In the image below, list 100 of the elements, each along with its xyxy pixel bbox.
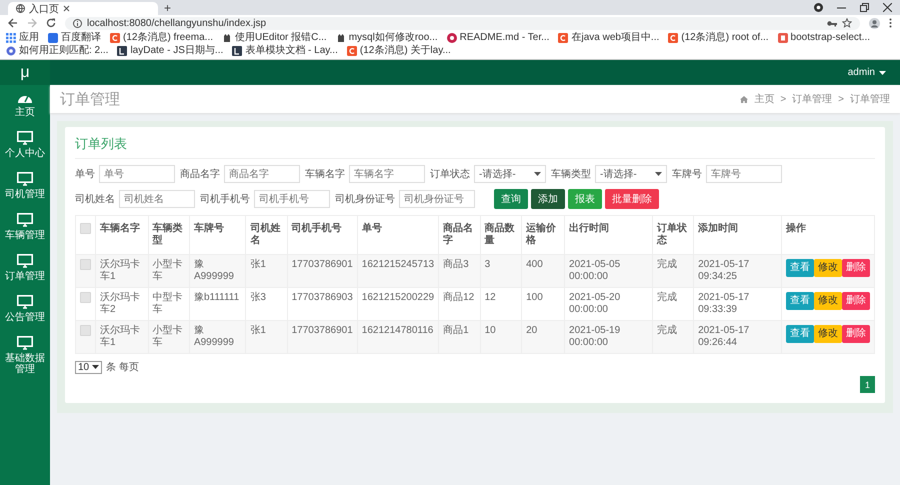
breadcrumb-separator: > bbox=[780, 94, 786, 104]
filter-label: 商品名字 bbox=[180, 168, 220, 181]
new-tab-button[interactable]: + bbox=[164, 2, 172, 15]
table-cell: 10 bbox=[480, 320, 522, 354]
action-button[interactable]: 添加 bbox=[531, 189, 565, 209]
nav-item[interactable]: 主页 bbox=[0, 85, 50, 124]
search-field[interactable]: 车牌号 bbox=[706, 165, 782, 183]
row-checkbox[interactable] bbox=[80, 259, 91, 270]
row-action-button[interactable]: 删除 bbox=[842, 259, 870, 277]
page-size-select[interactable]: 10 bbox=[75, 360, 102, 374]
filter-label: 车牌号 bbox=[672, 168, 702, 181]
user-menu[interactable]: admin bbox=[848, 67, 886, 78]
breadcrumb-link[interactable]: 主页 bbox=[754, 92, 774, 106]
table-cell: 2021-05-17 09:26:44 bbox=[694, 320, 782, 354]
select-field[interactable]: -请选择- bbox=[474, 165, 546, 183]
filter-label: 车辆类型 bbox=[551, 168, 591, 181]
action-button[interactable]: 查询 bbox=[494, 189, 528, 209]
more-icon[interactable] bbox=[889, 18, 892, 28]
page-button[interactable]: 1 bbox=[860, 376, 875, 393]
search-field[interactable]: 司机身份证号 bbox=[399, 190, 475, 208]
close-icon[interactable] bbox=[63, 5, 70, 12]
row-action-button[interactable]: 删除 bbox=[842, 325, 870, 343]
filter-label: 司机手机号 bbox=[200, 192, 250, 206]
info-icon bbox=[73, 18, 82, 28]
table-cell: 沃尔玛卡车1 bbox=[96, 254, 148, 288]
bookmark[interactable]: 百度翻译 bbox=[48, 32, 101, 44]
bookmark[interactable]: (12条消息) 关于lay... bbox=[346, 45, 451, 57]
apps-grid-icon bbox=[6, 33, 16, 43]
table-cell: 豫A999999 bbox=[189, 320, 246, 354]
filter-label: 司机身份证号 bbox=[335, 192, 395, 206]
c-logo-icon bbox=[346, 46, 357, 56]
table-cell: 沃尔玛卡车1 bbox=[96, 320, 148, 354]
bookmark[interactable]: README.md - Ter... bbox=[446, 32, 550, 44]
search-field[interactable]: 单号 bbox=[99, 165, 175, 183]
row-action-button[interactable]: 修改 bbox=[814, 325, 842, 343]
table-cell: 商品3 bbox=[438, 254, 480, 288]
bookmark[interactable]: 表单模块文档 - Lay... bbox=[232, 45, 338, 57]
browser-tab[interactable]: 入口页 bbox=[8, 2, 158, 15]
page-size-label: 条 每页 bbox=[106, 361, 139, 374]
nav-item[interactable]: 订单管理 bbox=[0, 247, 50, 288]
record-icon[interactable] bbox=[814, 3, 823, 12]
nav-item[interactable]: 司机管理 bbox=[0, 165, 50, 206]
row-action-button[interactable]: 删除 bbox=[842, 292, 870, 310]
page-title: 订单管理 bbox=[60, 90, 121, 108]
monitor-icon bbox=[17, 131, 33, 145]
l-logo-icon bbox=[232, 46, 242, 56]
bookmark[interactable]: layDate - JS日期与... bbox=[117, 45, 224, 57]
table-cell: 张1 bbox=[246, 320, 288, 354]
bookmark[interactable]: 应用 bbox=[6, 32, 39, 44]
app-logo[interactable]: μ bbox=[0, 60, 50, 85]
reload-icon[interactable] bbox=[46, 18, 56, 28]
bookmark[interactable]: bootstrap-select... bbox=[778, 32, 870, 44]
nav-item[interactable]: 个人中心 bbox=[0, 124, 50, 165]
table-cell: 2021-05-19 00:00:00 bbox=[564, 320, 652, 354]
monitor-icon bbox=[17, 213, 33, 227]
search-field[interactable]: 商品名字 bbox=[224, 165, 300, 183]
bookmark[interactable]: 使用UEditor 报错C... bbox=[222, 32, 327, 44]
bookmark[interactable]: (12条消息) freema... bbox=[110, 32, 214, 44]
table-cell: 3 bbox=[480, 254, 522, 288]
table-cell: 商品1 bbox=[438, 320, 480, 354]
filter-label: 单号 bbox=[75, 168, 95, 181]
maximize-icon[interactable] bbox=[860, 3, 869, 12]
bookmark[interactable]: 如何用正则匹配: 2... bbox=[6, 45, 108, 57]
profile-icon[interactable] bbox=[869, 18, 880, 28]
search-field[interactable]: 车辆名字 bbox=[349, 165, 425, 183]
nav-item[interactable]: 车辆管理 bbox=[0, 206, 50, 247]
bookmark[interactable]: 在java web项目中... bbox=[558, 32, 660, 44]
select-all-checkbox[interactable] bbox=[80, 223, 91, 234]
table-cell: 2021-05-17 09:34:25 bbox=[694, 254, 782, 288]
bookmark[interactable]: (12条消息) root of... bbox=[668, 32, 769, 44]
search-field[interactable]: 司机姓名 bbox=[119, 190, 195, 208]
breadcrumb-link[interactable]: 订单管理 bbox=[850, 92, 890, 106]
row-action-button[interactable]: 修改 bbox=[814, 259, 842, 277]
bookmark[interactable]: mysql如何修改roo... bbox=[336, 32, 438, 44]
table-cell: 1621214780116 bbox=[357, 320, 439, 354]
action-button[interactable]: 批量删除 bbox=[605, 189, 659, 209]
monitor-icon bbox=[17, 254, 33, 268]
table-cell: 400 bbox=[522, 254, 565, 288]
cat-icon bbox=[222, 33, 232, 43]
cat-icon bbox=[336, 33, 346, 43]
filter-label: 车辆名字 bbox=[305, 168, 345, 181]
home-icon bbox=[740, 96, 748, 102]
nav-item[interactable]: 公告管理 bbox=[0, 288, 50, 329]
row-action-button[interactable]: 修改 bbox=[814, 292, 842, 310]
caret-icon bbox=[92, 365, 100, 369]
breadcrumb-link[interactable]: 订单管理 bbox=[792, 92, 832, 106]
breadcrumb-separator: > bbox=[838, 94, 844, 104]
back-icon[interactable] bbox=[8, 18, 18, 28]
search-field[interactable]: 司机手机号 bbox=[254, 190, 330, 208]
address-bar[interactable]: localhost:8080/chellangyunshu/index.jsp bbox=[65, 16, 860, 30]
row-checkbox[interactable] bbox=[80, 325, 91, 336]
select-field[interactable]: -请选择- bbox=[595, 165, 667, 183]
star-icon[interactable] bbox=[842, 18, 852, 28]
table-cell: 17703786901 bbox=[287, 320, 358, 354]
flower-icon bbox=[6, 46, 16, 56]
nav-item[interactable]: 基础数据管理 bbox=[0, 329, 50, 381]
key-icon[interactable] bbox=[827, 20, 837, 26]
close-icon[interactable] bbox=[883, 3, 892, 12]
row-checkbox[interactable] bbox=[80, 292, 91, 303]
table-cell: 完成 bbox=[652, 320, 694, 354]
